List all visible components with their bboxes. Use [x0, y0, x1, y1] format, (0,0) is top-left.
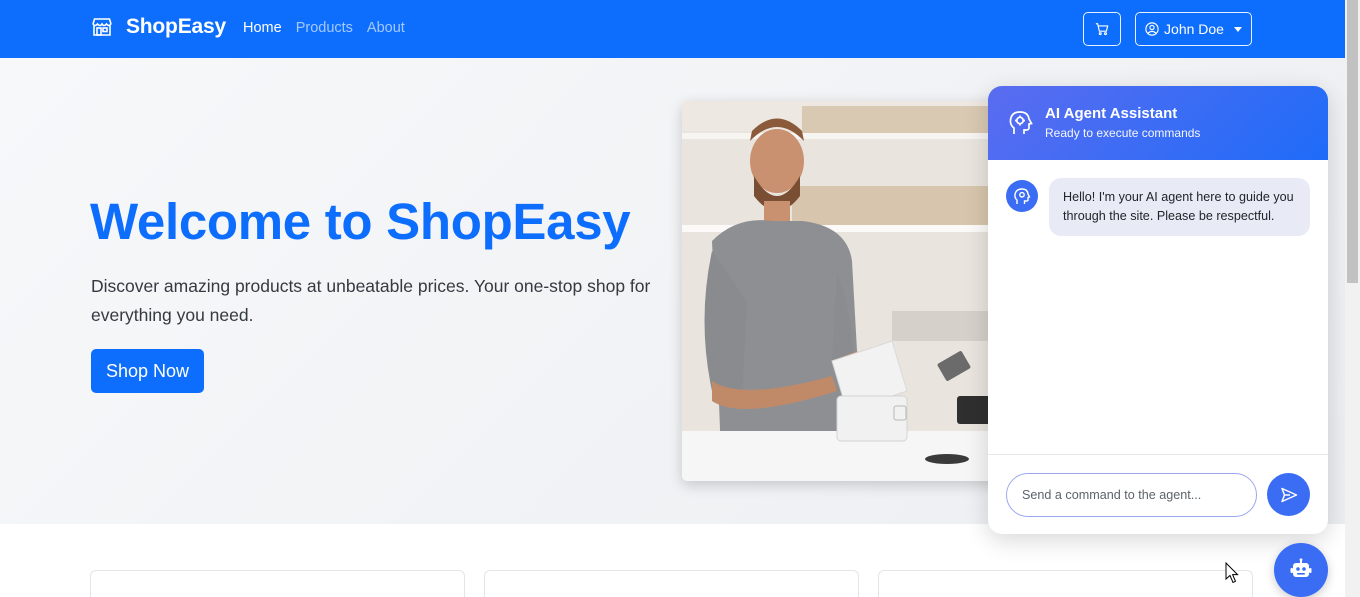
feature-card: [484, 570, 859, 597]
nav-link-products[interactable]: Products: [296, 20, 353, 36]
chevron-down-icon: [1233, 26, 1242, 32]
hero-image: [682, 101, 1002, 481]
user-circle-icon: [1145, 22, 1159, 36]
feature-card: [90, 570, 465, 597]
command-input[interactable]: [1006, 473, 1257, 517]
brand-name: ShopEasy: [126, 15, 226, 38]
nav-links: Home Products About: [243, 20, 405, 36]
user-name: John Doe: [1164, 21, 1224, 37]
mouse-cursor-icon: [1225, 562, 1239, 584]
cart-button[interactable]: [1083, 12, 1121, 46]
shield-icon: [652, 593, 688, 597]
agent-avatar: [1006, 180, 1038, 212]
brand-link[interactable]: ShopEasy: [90, 15, 226, 39]
agent-icon: [1014, 188, 1031, 204]
chat-header: AI Agent Assistant Ready to execute comm…: [988, 86, 1328, 160]
top-navbar: ShopEasy Home Products About John Doe: [0, 0, 1345, 58]
cart-icon: [1095, 23, 1109, 36]
hero-title: Welcome to ShopEasy: [90, 193, 631, 250]
hero-subtitle: Discover amazing products at unbeatable …: [91, 276, 651, 325]
shop-now-button[interactable]: Shop Now: [91, 349, 204, 393]
feature-card: [878, 570, 1253, 597]
robot-icon: [1290, 558, 1312, 577]
nav-link-home[interactable]: Home: [243, 20, 282, 36]
page-scrollbar[interactable]: [1345, 0, 1360, 597]
agent-message: Hello! I'm your AI agent here to guide y…: [1049, 178, 1310, 236]
user-menu-dropdown[interactable]: John Doe: [1135, 12, 1252, 46]
chat-panel: AI Agent Assistant Ready to execute comm…: [988, 86, 1328, 534]
shop-icon: [92, 18, 112, 36]
agent-head-icon: [1009, 111, 1033, 134]
feature-icon: [254, 593, 290, 597]
scrollbar-thumb[interactable]: [1347, 0, 1358, 283]
feature-icon: [1049, 593, 1085, 597]
send-icon: [1280, 487, 1297, 502]
chat-toggle-button[interactable]: [1274, 543, 1328, 597]
chat-status: Ready to execute commands: [1045, 126, 1201, 140]
chat-footer: [988, 454, 1328, 534]
chat-title: AI Agent Assistant: [1045, 105, 1178, 122]
send-button[interactable]: [1267, 473, 1310, 516]
nav-link-about[interactable]: About: [367, 20, 405, 36]
